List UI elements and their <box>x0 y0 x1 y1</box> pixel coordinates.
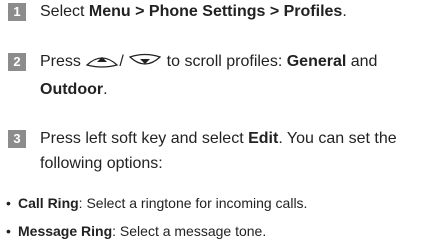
step-text-pre: Press <box>40 53 86 70</box>
bullet-text: : Select a ringtone for incoming calls. <box>78 195 308 211</box>
bullet-title: Message Ring <box>18 223 113 239</box>
key-separator: / <box>119 53 129 70</box>
step-number-badge: 2 <box>8 53 26 71</box>
edit-option: Edit <box>248 130 279 147</box>
step-text: Select Menu > Phone Settings > Profiles. <box>40 0 440 24</box>
step-text-pre: Press left soft key and select <box>40 130 249 147</box>
step-text-mid: to scroll profiles: <box>162 53 287 70</box>
bullet-title: Call Ring <box>18 195 79 211</box>
step-text: Press / to scroll profiles: General and … <box>40 49 440 102</box>
step-text: Press left soft key and select Edit. You… <box>40 126 440 176</box>
bullet-dot: • <box>6 223 11 239</box>
step-number-badge: 3 <box>8 130 26 148</box>
step-text-post: . <box>103 81 108 98</box>
menu-path: Menu > Phone Settings > Profiles <box>88 3 343 20</box>
step-number-badge: 1 <box>8 3 26 21</box>
profile-outdoor: Outdoor <box>40 81 104 98</box>
step-text-post: . <box>342 3 347 20</box>
down-key-icon <box>128 52 162 77</box>
profile-general: General <box>286 53 347 70</box>
step-text-pre: Select <box>40 3 89 20</box>
up-key-icon <box>85 52 119 77</box>
step-text-and: and <box>346 53 378 70</box>
bullet-text: : Select a message tone. <box>112 223 267 239</box>
bullet-message-ring: • Message Ring: Select a message tone. <box>6 222 436 240</box>
bullet-dot: • <box>6 195 11 211</box>
bullet-call-ring: • Call Ring: Select a ringtone for incomi… <box>6 194 436 212</box>
